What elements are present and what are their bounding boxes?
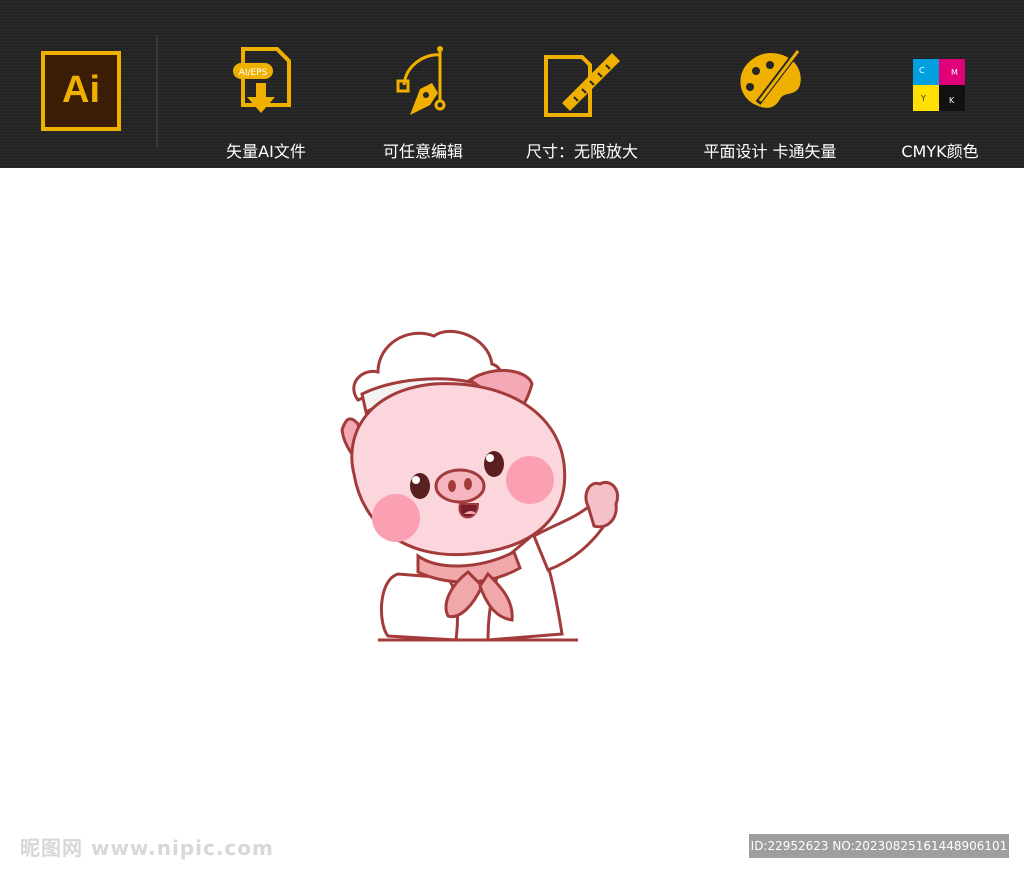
ruler-document-icon (544, 53, 620, 117)
site-watermark: 昵图网 www.nipic.com (20, 836, 274, 860)
feature-scalable: 尺寸：无限放大 (497, 45, 667, 165)
cmyk-letter-k: K (949, 96, 955, 105)
logo-text: Ai (62, 69, 100, 111)
cmyk-letter-y: Y (920, 94, 926, 103)
illustrator-logo: Ai (41, 51, 121, 131)
feature-label: 可任意编辑 (382, 142, 463, 161)
feature-cmyk: C M Y K CMYK颜色 (855, 45, 1024, 165)
feature-label: 平面设计 卡通矢量 (703, 142, 837, 161)
banner-divider (156, 35, 158, 147)
pen-tool-icon (396, 46, 446, 115)
feature-label: 矢量AI文件 (226, 142, 306, 161)
feature-label: 尺寸：无限放大 (525, 142, 638, 161)
id-watermark: ID:22952623 NO:20230825161448906101 (749, 834, 1009, 858)
feature-editable: 可任意编辑 (338, 45, 508, 165)
file-badge-text: AI/EPS (239, 68, 268, 78)
feature-graphic-design: 平面设计 卡通矢量 (685, 45, 855, 165)
palette-icon (740, 50, 801, 108)
chef-pig-illustration (338, 324, 623, 649)
cmyk-letter-c: C (919, 66, 925, 75)
feature-label: CMYK颜色 (901, 142, 979, 161)
cmyk-puzzle-icon: C M Y K (913, 59, 965, 111)
file-download-icon: AI/EPS (233, 47, 291, 113)
chef-pig-icon (340, 329, 619, 642)
cmyk-letter-m: M (951, 68, 958, 77)
feature-banner: Ai AI/EPS 矢量AI文件 可任意编辑 尺寸：无限放大 平面设计 卡通矢量… (0, 0, 1024, 168)
feature-vector-file: AI/EPS 矢量AI文件 (181, 45, 351, 165)
